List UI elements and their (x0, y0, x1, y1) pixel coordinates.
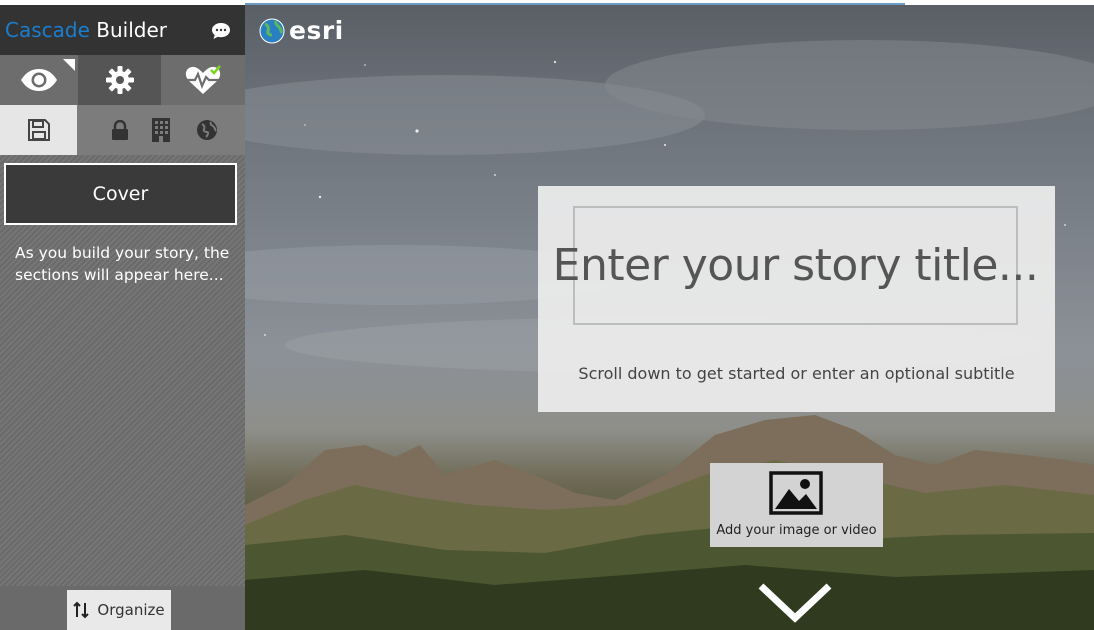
gear-icon (105, 66, 134, 94)
story-cover-area: esri Enter your story title... Scroll do… (245, 5, 1094, 630)
organize-button[interactable]: Organize (67, 590, 171, 630)
esri-brand-text: esri (289, 16, 344, 45)
builder-toolbar (0, 55, 245, 105)
story-title-field[interactable]: Enter your story title... (553, 206, 1039, 325)
story-health-button[interactable] (161, 55, 245, 105)
organize-label: Organize (97, 601, 165, 619)
title-panel: Enter your story title... Scroll down to… (538, 186, 1055, 412)
lock-icon (112, 120, 128, 140)
app-title-rest: Builder (96, 18, 167, 42)
preview-button[interactable] (0, 55, 78, 105)
settings-button[interactable] (78, 55, 161, 105)
sort-arrows-icon (73, 601, 90, 619)
esri-logo: esri (259, 16, 344, 45)
add-media-label: Add your image or video (716, 523, 877, 538)
builder-sidebar: Cascade Builder Cover As you build your … (0, 5, 245, 630)
builder-header: Cascade Builder (0, 5, 245, 55)
chat-bubble-icon[interactable] (211, 22, 231, 40)
globe-icon (197, 120, 217, 140)
share-toolbar (0, 105, 245, 155)
sections-hint-text: As you build your story, the sections wi… (15, 244, 230, 284)
globe-logo-icon (259, 18, 285, 43)
app-title: Cascade Builder (5, 18, 167, 42)
organize-bar: Organize (0, 586, 245, 630)
floppy-disk-icon (27, 119, 50, 141)
dropdown-corner-indicator (63, 59, 75, 71)
share-private-button[interactable] (108, 105, 132, 155)
app-title-accent: Cascade (5, 18, 90, 42)
chevron-down-icon[interactable] (757, 580, 833, 625)
save-button[interactable] (0, 105, 77, 155)
share-public-button[interactable] (195, 105, 219, 155)
add-media-button[interactable]: Add your image or video (710, 463, 883, 547)
building-icon (152, 118, 170, 142)
cover-section-item[interactable]: Cover (4, 163, 237, 225)
image-icon (769, 471, 823, 515)
heartbeat-check-icon (185, 65, 221, 94)
story-subtitle-field[interactable]: Scroll down to get started or enter an o… (538, 364, 1055, 383)
eye-icon (21, 69, 57, 91)
share-organization-button[interactable] (149, 105, 173, 155)
